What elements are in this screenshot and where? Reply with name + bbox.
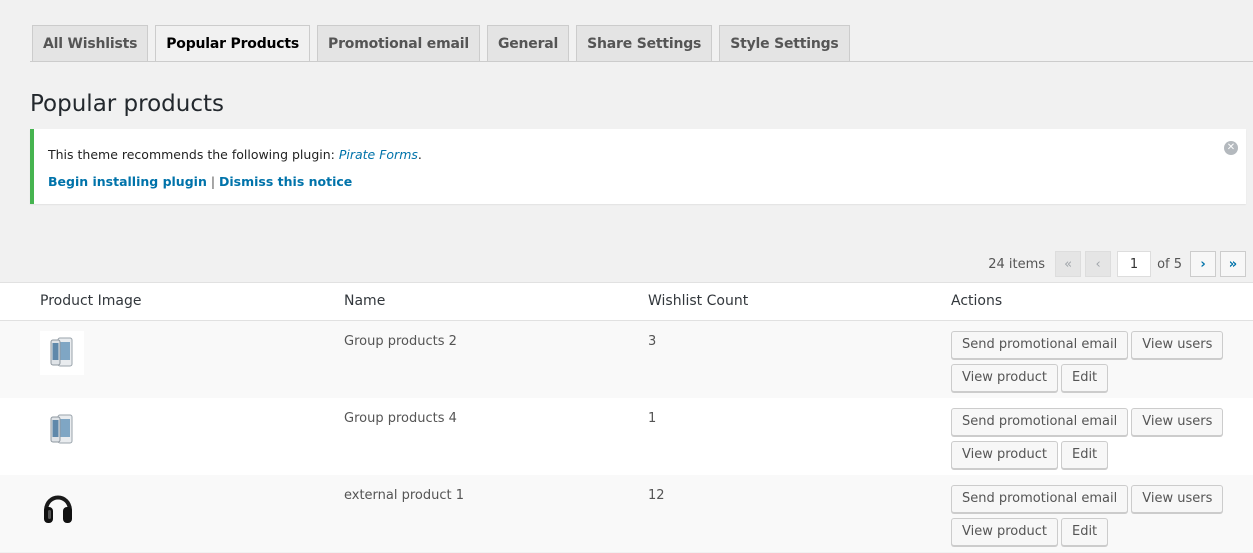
tabs-divider [30,61,1253,62]
tab-promotional-email[interactable]: Promotional email [317,25,480,61]
product-name: Group products 2 [344,334,457,349]
view-users-button[interactable]: View users [1131,485,1224,513]
tab-style-settings[interactable]: Style Settings [719,25,850,61]
page-title: Popular products [30,91,224,117]
wishlist-count: 3 [648,334,657,349]
notice-text-prefix: This theme recommends the following plug… [48,147,339,162]
column-product-image[interactable]: Product Image [40,293,141,309]
row-actions: Send promotional email View users View p… [951,331,1231,397]
notice-actions: Begin installing plugin | Dismiss this n… [48,174,352,189]
dismiss-notice-link[interactable]: Dismiss this notice [219,174,352,189]
last-page-button[interactable]: » [1220,251,1246,277]
edit-button[interactable]: Edit [1060,441,1109,469]
current-page-input[interactable] [1117,251,1152,277]
view-product-button[interactable]: View product [951,364,1058,392]
send-promotional-email-button[interactable]: Send promotional email [951,408,1129,436]
table-row: Group products 4 1 Send promotional emai… [0,398,1253,475]
view-users-button[interactable]: View users [1131,408,1224,436]
notice-plugin-link[interactable]: Pirate Forms [339,147,418,162]
wishlist-admin-page: All Wishlists Popular Products Promotion… [0,0,1253,553]
notice-text-suffix: . [417,147,422,162]
view-product-button[interactable]: View product [951,441,1058,469]
send-promotional-email-button[interactable]: Send promotional email [951,331,1129,359]
view-product-button[interactable]: View product [951,518,1058,546]
view-users-button[interactable]: View users [1131,331,1224,359]
prev-page-button[interactable]: ‹ [1085,251,1112,277]
tab-general[interactable]: General [486,25,570,61]
settings-tabs: All Wishlists Popular Products Promotion… [32,24,850,62]
phone-image[interactable] [40,408,84,452]
column-actions: Actions [951,293,1003,309]
tab-all-wishlists[interactable]: All Wishlists [32,25,149,61]
next-page-button[interactable]: › [1190,251,1216,277]
notice-separator: | [206,174,220,189]
table-row: Group products 2 3 Send promotional emai… [0,321,1253,398]
tab-share-settings[interactable]: Share Settings [576,25,713,61]
notice-message: This theme recommends the following plug… [48,147,422,162]
popular-products-table: Product Image Name Wishlist Count Action… [0,282,1253,552]
row-actions: Send promotional email View users View p… [951,408,1231,474]
first-page-button[interactable]: « [1055,251,1082,277]
table-row: external product 1 12 Send promotional e… [0,475,1253,552]
edit-button[interactable]: Edit [1060,518,1109,546]
column-name[interactable]: Name [344,293,385,309]
send-promotional-email-button[interactable]: Send promotional email [951,485,1129,513]
phone-image[interactable] [40,331,84,375]
begin-installing-link[interactable]: Begin installing plugin [48,174,207,189]
product-name: Group products 4 [344,411,457,426]
plugin-notice: This theme recommends the following plug… [30,129,1246,204]
product-name: external product 1 [344,488,465,503]
edit-button[interactable]: Edit [1060,364,1109,392]
dismiss-icon[interactable]: ✕ [1224,141,1238,155]
headphones-image[interactable] [40,485,84,529]
items-count: 24 items [988,256,1046,272]
total-pages: of 5 [1157,256,1182,272]
pagination: 24 items « ‹ of 5 › » [988,250,1246,278]
table-header: Product Image Name Wishlist Count Action… [0,283,1253,321]
column-wishlist-count[interactable]: Wishlist Count [648,293,748,309]
wishlist-count: 12 [648,488,665,503]
wishlist-count: 1 [648,411,657,426]
row-actions: Send promotional email View users View p… [951,485,1231,551]
tab-popular-products[interactable]: Popular Products [155,25,311,62]
